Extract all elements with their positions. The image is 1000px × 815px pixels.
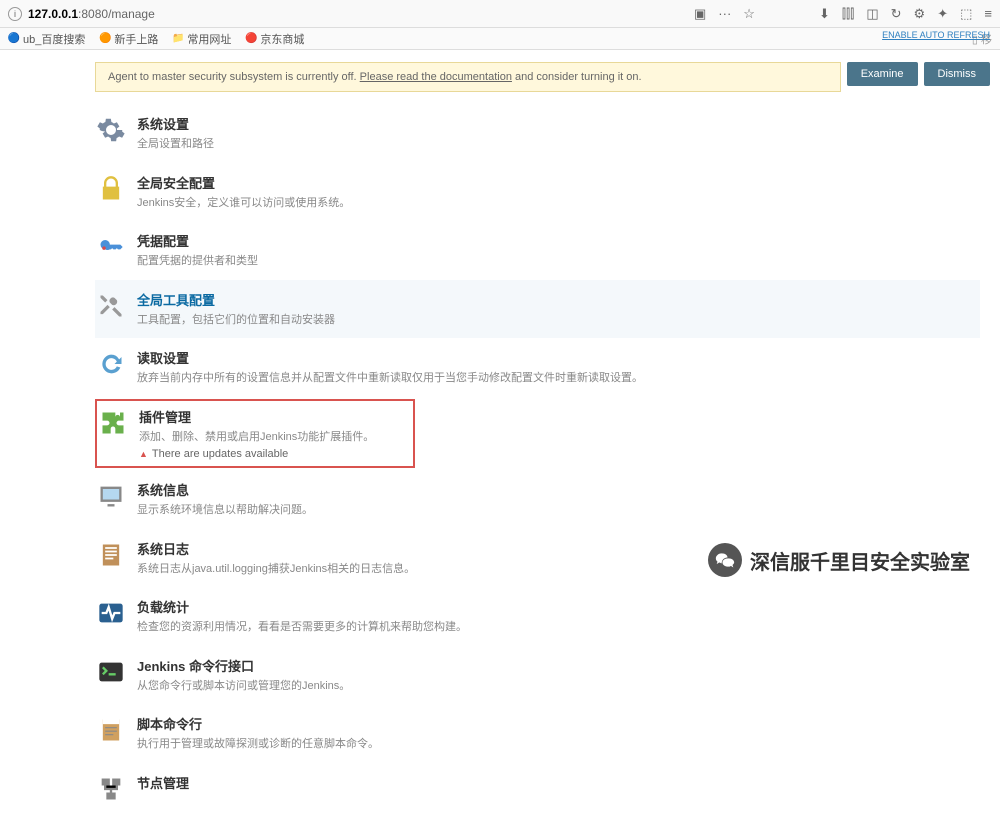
item-title: 插件管理	[139, 407, 409, 426]
heartbeat-icon	[95, 597, 127, 629]
item-title: 系统设置	[137, 114, 976, 133]
dev-icon[interactable]: ⬚	[960, 6, 972, 22]
examine-button[interactable]: Examine	[847, 62, 918, 86]
manage-item-plugins[interactable]: 插件管理 添加、删除、禁用或启用Jenkins功能扩展插件。 There are…	[95, 399, 415, 469]
item-desc: 执行用于管理或故障探测或诊断的任意脚本命令。	[137, 736, 976, 753]
url-text[interactable]: 127.0.0.1:8080/manage	[28, 7, 155, 21]
item-title: Jenkins 命令行接口	[137, 656, 976, 675]
item-desc: 从您命令行或脚本访问或管理您的Jenkins。	[137, 678, 976, 695]
menu-icon[interactable]: ≡	[984, 6, 992, 21]
notice-text: and consider turning it on.	[512, 71, 642, 83]
item-alert: There are updates available	[139, 448, 409, 460]
plugin-icon	[97, 407, 129, 439]
manage-item-load-stats[interactable]: 负载统计 检查您的资源利用情况，看看是否需要更多的计算机来帮助您构建。	[95, 587, 980, 646]
security-notice: Agent to master security subsystem is cu…	[95, 62, 841, 92]
log-icon	[95, 539, 127, 571]
dismiss-button[interactable]: Dismiss	[924, 62, 991, 86]
auto-refresh-link[interactable]: ENABLE AUTO REFRESH	[882, 30, 990, 40]
item-desc: 检查您的资源利用情况，看看是否需要更多的计算机来帮助您构建。	[137, 619, 976, 636]
manage-list: 系统设置 全局设置和路径 全局安全配置 Jenkins安全，定义谁可以访问或使用…	[95, 104, 980, 815]
settings-icon[interactable]: ⚙	[914, 6, 926, 22]
manage-item-system-log[interactable]: 系统日志 系统日志从java.util.logging捕获Jenkins相关的日…	[95, 529, 980, 588]
notepad-icon	[95, 714, 127, 746]
terminal-icon	[95, 656, 127, 688]
monitor-icon	[95, 480, 127, 512]
reload-icon	[95, 348, 127, 380]
download-icon[interactable]: ⬇	[819, 6, 830, 22]
manage-item-nodes[interactable]: 节点管理	[95, 763, 980, 815]
manage-item-reload[interactable]: 读取设置 放弃当前内存中所有的设置信息并从配置文件中重新读取仅用于当您手动修改配…	[95, 338, 980, 397]
item-desc: 配置凭据的提供者和类型	[137, 253, 976, 270]
bookmark-item[interactable]: 🔵ub_百度搜索	[8, 31, 85, 47]
item-desc: 工具配置，包括它们的位置和自动安装器	[137, 312, 976, 329]
item-desc: 系统日志从java.util.logging捕获Jenkins相关的日志信息。	[137, 561, 976, 578]
item-title: 节点管理	[137, 773, 976, 792]
keys-icon	[95, 231, 127, 263]
favicon-icon: 🟠	[99, 33, 111, 45]
item-desc: 添加、删除、禁用或启用Jenkins功能扩展插件。	[139, 429, 409, 446]
manage-item-system-info[interactable]: 系统信息 显示系统环境信息以帮助解决问题。	[95, 470, 980, 529]
tools-icon	[95, 290, 127, 322]
item-title: 凭据配置	[137, 231, 976, 250]
manage-item-script-console[interactable]: 脚本命令行 执行用于管理或故障探测或诊断的任意脚本命令。	[95, 704, 980, 763]
sync-icon[interactable]: ↻	[891, 6, 902, 22]
manage-item-global-security[interactable]: 全局安全配置 Jenkins安全，定义谁可以访问或使用系统。	[95, 163, 980, 222]
item-desc: 全局设置和路径	[137, 136, 976, 153]
bookmark-item[interactable]: 🔴京东商城	[245, 31, 304, 47]
notice-text: Agent to master security subsystem is cu…	[108, 71, 360, 83]
url-area: i 127.0.0.1:8080/manage	[8, 7, 155, 21]
item-desc: Jenkins安全，定义谁可以访问或使用系统。	[137, 195, 976, 212]
bookmark-item[interactable]: 📁常用网址	[172, 31, 231, 47]
library-icon[interactable]: ⫿⫿⫿	[842, 6, 854, 22]
item-desc: 放弃当前内存中所有的设置信息并从配置文件中重新读取仅用于当您手动修改配置文件时重…	[137, 370, 976, 387]
lock-icon	[95, 173, 127, 205]
favicon-icon: 🔴	[245, 33, 257, 45]
favicon-icon: 🔵	[8, 33, 20, 45]
item-title: 系统日志	[137, 539, 976, 558]
item-title: 全局安全配置	[137, 173, 976, 192]
info-icon[interactable]: i	[8, 7, 22, 21]
favicon-icon: 📁	[172, 33, 184, 45]
manage-item-cli[interactable]: Jenkins 命令行接口 从您命令行或脚本访问或管理您的Jenkins。	[95, 646, 980, 705]
item-title: 系统信息	[137, 480, 976, 499]
puzzle-icon[interactable]: ✦	[937, 6, 948, 22]
network-icon	[95, 773, 127, 805]
more-icon[interactable]: ···	[718, 6, 731, 21]
bookmarks-bar: 🔵ub_百度搜索 🟠新手上路 📁常用网址 🔴京东商城 ▯ 移	[0, 28, 1000, 50]
item-desc: 显示系统环境信息以帮助解决问题。	[137, 502, 976, 519]
browser-right-icons: ▣ ··· ☆ ⬇ ⫿⫿⫿ ◫ ↻ ⚙ ✦ ⬚ ≡	[694, 6, 992, 22]
bookmark-item[interactable]: 🟠新手上路	[99, 31, 158, 47]
star-icon[interactable]: ☆	[743, 6, 755, 22]
browser-bar: i 127.0.0.1:8080/manage ▣ ··· ☆ ⬇ ⫿⫿⫿ ◫ …	[0, 0, 1000, 28]
manage-item-system-settings[interactable]: 系统设置 全局设置和路径	[95, 104, 980, 163]
item-title: 脚本命令行	[137, 714, 976, 733]
item-title: 全局工具配置	[137, 290, 976, 309]
gear-icon	[95, 114, 127, 146]
notice-doc-link[interactable]: Please read the documentation	[360, 71, 512, 83]
item-title: 负载统计	[137, 597, 976, 616]
manage-item-credentials[interactable]: 凭据配置 配置凭据的提供者和类型	[95, 221, 980, 280]
manage-item-global-tools[interactable]: 全局工具配置 工具配置，包括它们的位置和自动安装器	[95, 280, 980, 339]
sidebar-icon[interactable]: ◫	[866, 6, 878, 22]
shield-icon[interactable]: ▣	[694, 6, 706, 22]
item-title: 读取设置	[137, 348, 976, 367]
